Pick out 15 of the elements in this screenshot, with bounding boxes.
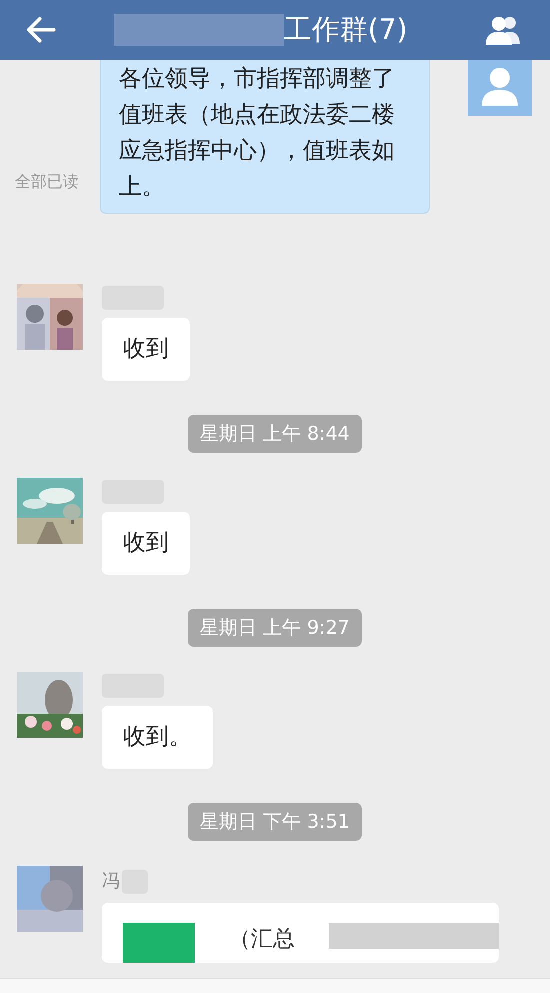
- read-status: 全部已读: [15, 172, 79, 191]
- file-name: （汇总: [229, 926, 295, 954]
- document-icon: [123, 923, 195, 963]
- file-card[interactable]: （汇总: [102, 903, 499, 963]
- message-bubble: 收到。: [102, 706, 213, 769]
- window-title: 工作群(7): [284, 12, 408, 48]
- back-arrow-icon[interactable]: [26, 17, 56, 43]
- person-icon: [480, 66, 520, 106]
- timestamp: 星期日 上午 8:44: [188, 415, 362, 453]
- message-bubble: 收到: [102, 318, 190, 381]
- timestamp: 星期日 上午 9:27: [188, 609, 362, 647]
- message-bubble: 收到: [102, 512, 190, 575]
- message-bubble: 各位领导，市指挥部调整了值班表（地点在政法委二楼应急指挥中心），值班表如上。: [100, 60, 430, 214]
- sender-name: 冯: [102, 870, 120, 894]
- timestamp: 星期日 下午 3:51: [188, 803, 362, 841]
